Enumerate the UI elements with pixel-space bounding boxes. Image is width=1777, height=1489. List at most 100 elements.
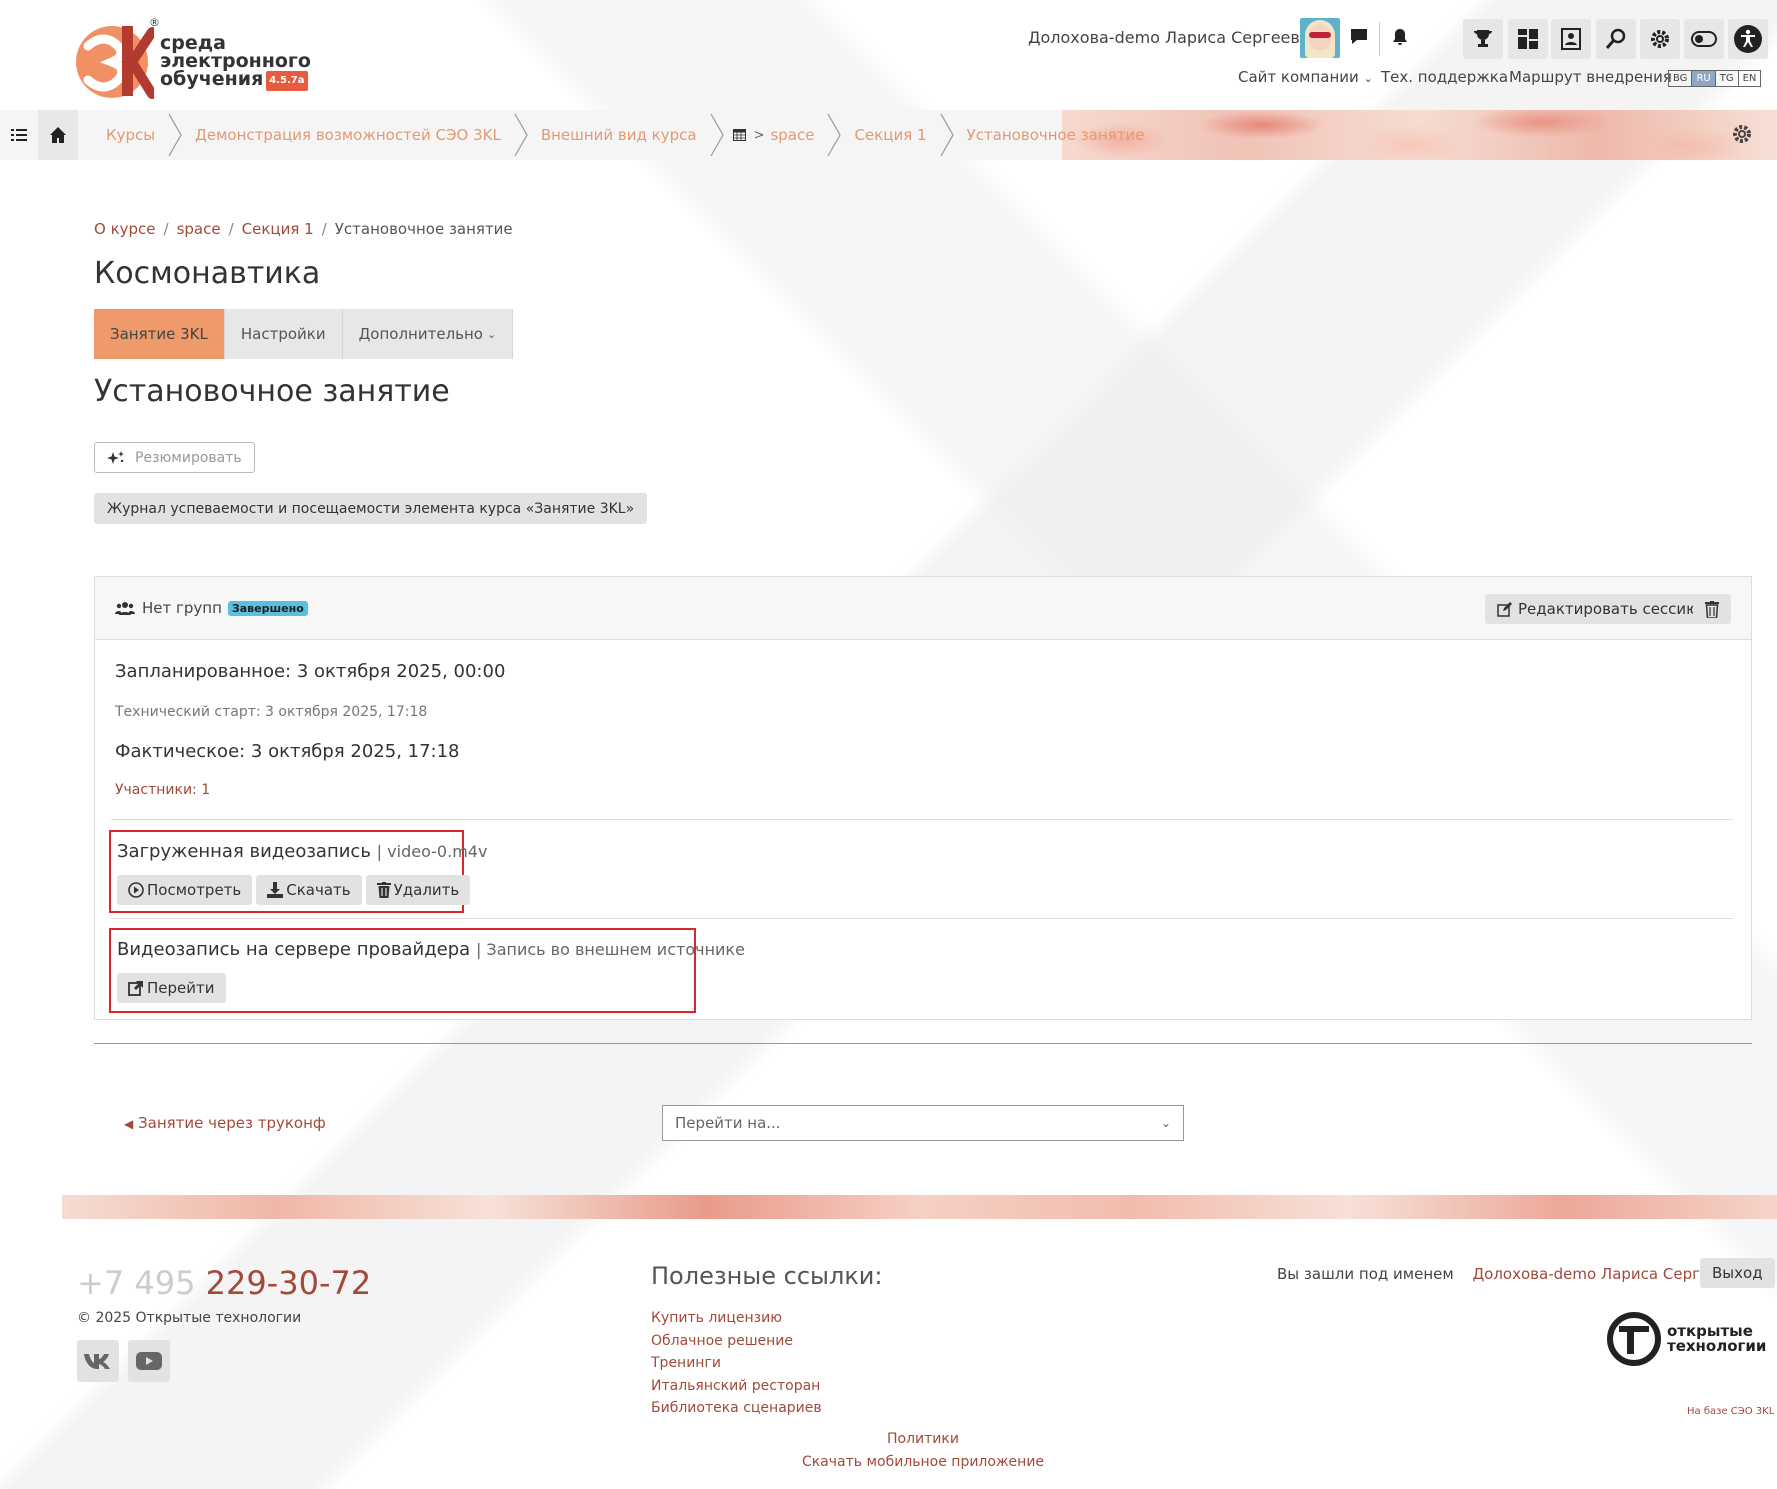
journal-button[interactable]: Журнал успеваемости и посещаемости элеме…	[94, 493, 648, 524]
language-switcher: BG RU TG EN	[1668, 70, 1762, 87]
go-to-recording-button[interactable]: Перейти	[117, 973, 226, 1003]
bc-demo[interactable]: Демонстрация возможностей СЭО 3KL	[183, 126, 513, 144]
tab-lesson[interactable]: Занятие 3KL	[94, 309, 225, 359]
logout-button[interactable]: Выход	[1700, 1258, 1775, 1288]
activity-tabs: Занятие 3KL Настройки Дополнительно ⌄	[94, 309, 514, 359]
summarize-button[interactable]: Резюмировать	[94, 442, 255, 473]
crumb-space[interactable]: space	[177, 220, 221, 238]
content-divider	[94, 1043, 1752, 1044]
home-button[interactable]	[38, 110, 78, 160]
uploaded-recording-title: Загруженная видеозапись | video-0.m4v	[117, 841, 487, 862]
download-label: Скачать	[286, 881, 351, 899]
bc-section[interactable]: Секция 1	[842, 126, 938, 144]
bc-current[interactable]: Установочное занятие	[955, 126, 1157, 144]
download-button[interactable]: Скачать	[256, 875, 362, 905]
participants-link[interactable]: Участники: 1	[115, 782, 210, 798]
session-card: Нет групп Завершено Редактировать сессию…	[94, 576, 1752, 1020]
messages-icon[interactable]	[1346, 24, 1372, 50]
crumb-about[interactable]: О курсе	[94, 220, 156, 238]
previous-activity-link[interactable]: ◀ Занятие через труконф	[124, 1114, 326, 1132]
route-link[interactable]: Маршрут внедрения	[1509, 68, 1672, 86]
logged-in-label: Вы зашли под именем	[1277, 1265, 1454, 1283]
trophy-icon	[1474, 30, 1492, 47]
support-link[interactable]: Тех. поддержка	[1381, 68, 1508, 86]
lang-ru[interactable]: RU	[1692, 71, 1716, 86]
breadcrumb-decoration	[1062, 110, 1777, 160]
trophy-button[interactable]	[1463, 19, 1503, 59]
phone-number[interactable]: +7 495 229-30-72	[77, 1264, 371, 1302]
delete-recording-button[interactable]: Удалить	[365, 875, 471, 905]
company-site-dropdown[interactable]: Сайт компании ⌄	[1238, 68, 1373, 86]
link-buy-license[interactable]: Купить лицензию	[651, 1307, 822, 1330]
settings-button[interactable]	[1640, 19, 1680, 59]
edit-session-button[interactable]: Редактировать сессию	[1485, 594, 1711, 624]
open-technologies-logo[interactable]: открытые технологии	[1605, 1310, 1766, 1368]
chevron-down-icon: ⌄	[1160, 1116, 1171, 1130]
bc-appearance[interactable]: Внешний вид курса	[529, 126, 709, 144]
site-logo[interactable]: ® среда электронного обучения 4.5.7a	[74, 16, 311, 104]
tab-settings[interactable]: Настройки	[224, 309, 343, 359]
uploaded-recording-block: Загруженная видеозапись | video-0.m4v По…	[109, 830, 487, 913]
divider	[111, 819, 1733, 820]
uploaded-title-text: Загруженная видеозапись	[117, 841, 371, 862]
header-user-name[interactable]: Долохова-demo Лариса Сергеевна	[1028, 28, 1320, 47]
accessibility-icon	[1734, 25, 1762, 53]
trash-icon	[376, 882, 391, 898]
download-icon	[267, 882, 284, 898]
link-cloud-solution[interactable]: Облачное решение	[651, 1330, 822, 1353]
gear-icon	[1651, 30, 1669, 48]
view-button[interactable]: Посмотреть	[117, 875, 253, 905]
breadcrumb-chevron-icon	[827, 113, 842, 157]
jump-to-select[interactable]: Перейти на... ⌄	[662, 1105, 1184, 1141]
view-label: Посмотреть	[147, 881, 242, 899]
accessibility-button[interactable]	[1728, 19, 1768, 59]
policies-link[interactable]: Политики	[0, 1431, 1777, 1447]
link-trainings[interactable]: Тренинги	[651, 1352, 822, 1375]
profile-card-button[interactable]	[1551, 19, 1591, 59]
based-on-link[interactable]: На базе СЭО 3KL	[1687, 1406, 1774, 1417]
youtube-button[interactable]	[128, 1340, 170, 1382]
link-scenario-library[interactable]: Библиотека сценариев	[651, 1397, 822, 1420]
session-header: Нет групп Завершено Редактировать сессию	[95, 577, 1751, 640]
edit-icon	[1497, 601, 1512, 617]
mobile-app-link[interactable]: Скачать мобильное приложение	[0, 1454, 1777, 1470]
status-badge: Завершено	[227, 600, 308, 616]
ot-line2: технологии	[1667, 1337, 1767, 1355]
search-icon	[1605, 28, 1626, 49]
dashboard-grid-icon	[1518, 29, 1538, 49]
bc-courses[interactable]: Курсы	[78, 126, 167, 144]
home-icon	[50, 127, 66, 143]
crumb-separator: /	[163, 220, 169, 238]
course-settings-gear-icon[interactable]	[1730, 122, 1754, 150]
uploaded-recording-actions: Посмотреть Скачать Удалить	[117, 875, 471, 905]
calendar-table-icon	[725, 129, 746, 141]
registered-mark: ®	[149, 16, 160, 29]
course-title: Космонавтика	[94, 256, 321, 291]
summarize-label: Резюмировать	[135, 449, 242, 466]
version-badge: 4.5.7a	[266, 71, 308, 91]
theme-toggle-button[interactable]	[1684, 19, 1724, 59]
crumb-section[interactable]: Секция 1	[242, 220, 314, 238]
delete-session-button[interactable]	[1693, 594, 1731, 624]
avatar[interactable]	[1300, 18, 1340, 58]
provider-recording-title: Видеозапись на сервере провайдера | Запи…	[117, 939, 745, 960]
page-title: Установочное занятие	[94, 374, 450, 409]
jump-to-placeholder: Перейти на...	[675, 1114, 781, 1132]
lang-tg[interactable]: TG	[1716, 71, 1739, 86]
search-button[interactable]	[1596, 19, 1636, 59]
sidebar-toggle-button[interactable]	[0, 110, 38, 160]
bc-space[interactable]: space	[764, 126, 826, 144]
toggle-icon	[1691, 31, 1717, 47]
useful-links-list: Купить лицензию Облачное решение Тренинг…	[651, 1307, 822, 1420]
provider-recording-block: Видеозапись на сервере провайдера | Запи…	[109, 928, 745, 1013]
vk-button[interactable]	[77, 1340, 119, 1382]
notifications-bell-icon[interactable]	[1387, 24, 1413, 50]
lang-bg[interactable]: BG	[1669, 71, 1693, 86]
tab-more[interactable]: Дополнительно ⌄	[342, 309, 514, 359]
id-card-icon	[1561, 28, 1581, 50]
lang-en[interactable]: EN	[1739, 71, 1761, 86]
dashboard-button[interactable]	[1508, 19, 1548, 59]
external-link-icon	[128, 981, 143, 996]
link-italian-restaurant[interactable]: Итальянский ресторан	[651, 1375, 822, 1398]
actual-time: Фактическое: 3 октября 2025, 17:18	[115, 741, 460, 762]
